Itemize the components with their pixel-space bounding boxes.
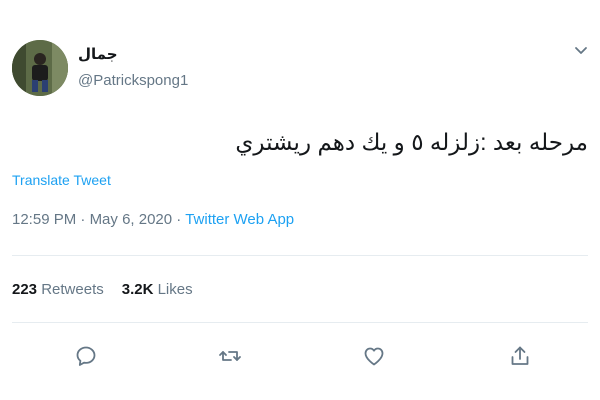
tweet-actions-bar: [0, 344, 600, 368]
divider: [12, 255, 588, 256]
tweet-source-link[interactable]: Twitter Web App: [185, 211, 294, 228]
tweet-stats: 223 Retweets 3.2K Likes: [12, 281, 193, 298]
likes-stat[interactable]: 3.2K Likes: [122, 281, 193, 298]
reply-button[interactable]: [74, 344, 98, 368]
translate-tweet-link[interactable]: Translate Tweet: [12, 172, 111, 188]
profile-photo-icon: [12, 40, 68, 96]
retweets-count: 223: [12, 281, 38, 298]
share-icon: [511, 346, 529, 365]
chevron-down-icon[interactable]: [572, 42, 590, 60]
meta-separator: ·: [76, 211, 90, 228]
likes-count: 3.2K: [121, 281, 154, 298]
tweet-text: مرحله بعد :زلزله ٥ و يك دهم ريشتري: [235, 129, 588, 155]
reply-icon: [76, 346, 96, 366]
retweets-stat[interactable]: 223 Retweets: [12, 281, 104, 298]
meta-separator: ·: [172, 211, 186, 228]
tweet-time[interactable]: 12:59 PM: [12, 211, 76, 228]
avatar[interactable]: [12, 40, 68, 96]
likes-label: Likes: [157, 281, 193, 298]
tweet-card: جمال @Patrickspong1 مرحله بعد :زلزله ٥ و…: [0, 0, 600, 400]
divider: [12, 322, 588, 323]
like-button[interactable]: [362, 344, 386, 368]
author-handle[interactable]: @Patrickspong1: [78, 72, 188, 89]
retweets-label: Retweets: [41, 281, 104, 298]
retweet-icon: [219, 351, 241, 361]
tweet-meta: 12:59 PM · May 6, 2020 · Twitter Web App: [12, 211, 294, 228]
retweet-button[interactable]: [218, 344, 242, 368]
heart-icon: [364, 347, 384, 366]
share-button[interactable]: [508, 344, 532, 368]
author-name[interactable]: جمال: [78, 45, 118, 63]
tweet-date[interactable]: May 6, 2020: [90, 211, 173, 228]
